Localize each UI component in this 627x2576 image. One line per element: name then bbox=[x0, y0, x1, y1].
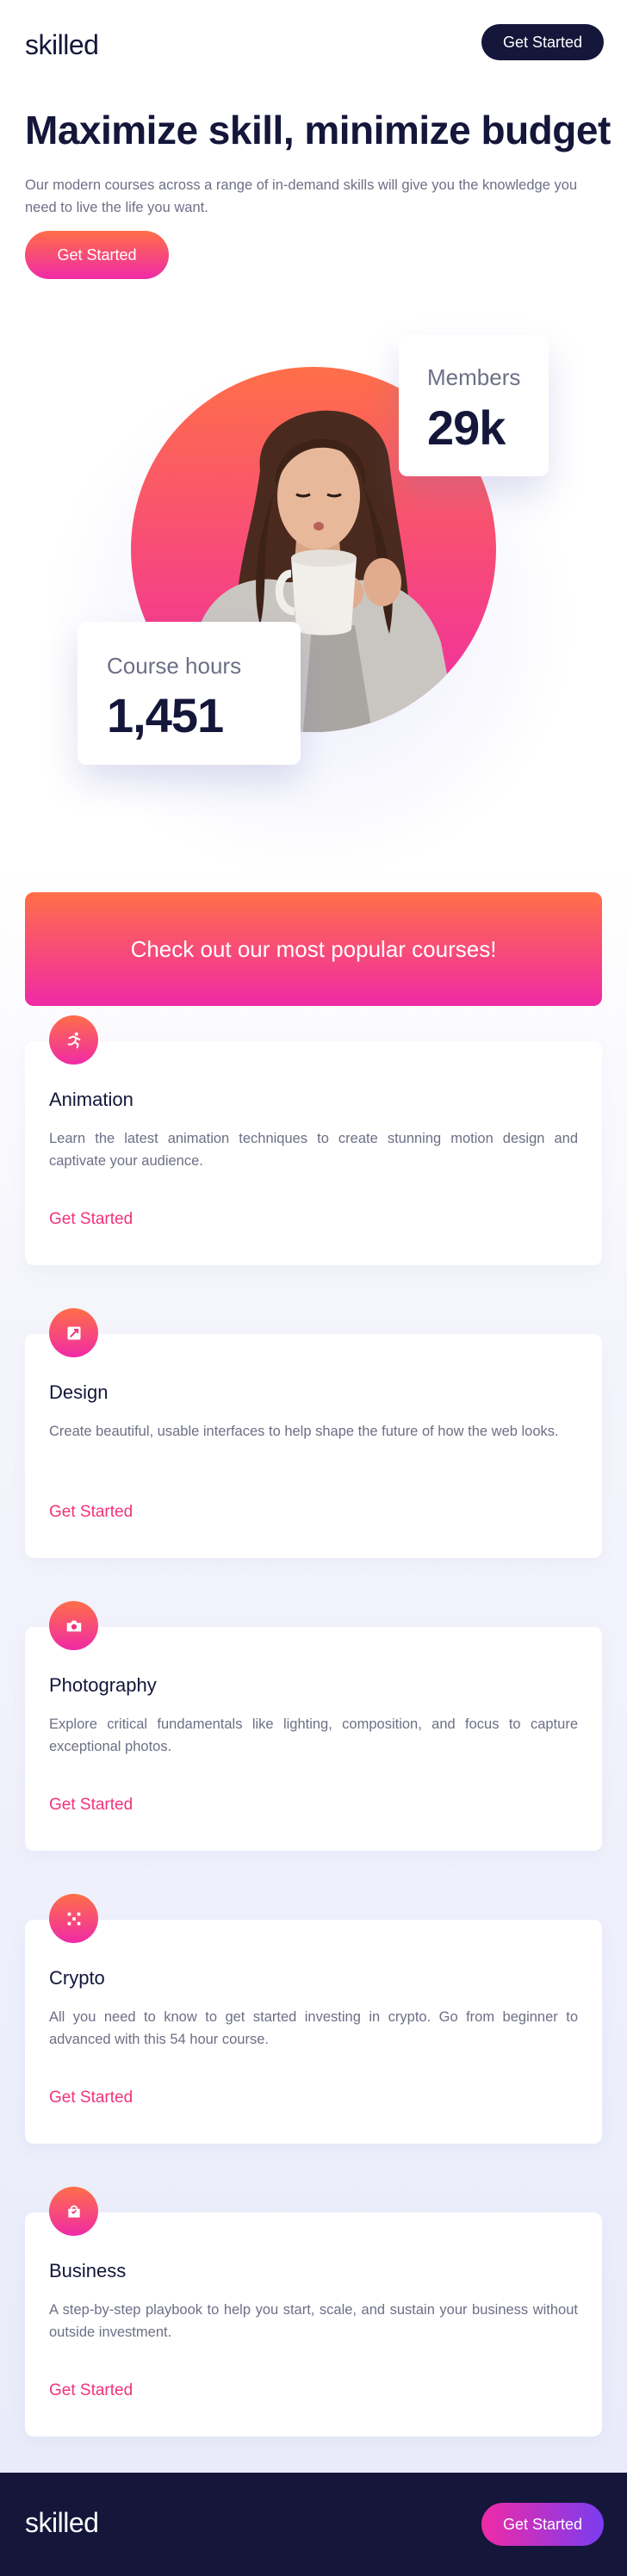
course-description: A step-by-step playbook to help you star… bbox=[49, 2302, 578, 2340]
course-get-started-link[interactable]: Get Started bbox=[49, 1503, 133, 1522]
course-card-design: Design Create beautiful, usable interfac… bbox=[25, 1308, 602, 1558]
course-card-crypto: Crypto All you need to know to get start… bbox=[25, 1894, 602, 2144]
course-hours-stat-card: Course hours 1,451 bbox=[78, 622, 301, 765]
members-value: 29k bbox=[427, 400, 506, 455]
course-get-started-link[interactable]: Get Started bbox=[49, 2089, 133, 2107]
course-card-photography: Photography Explore critical fundamental… bbox=[25, 1601, 602, 1851]
course-card-business: Business A step-by-step playbook to help… bbox=[25, 2187, 602, 2436]
course-description: Explore critical fundamentals like light… bbox=[49, 1716, 578, 1754]
course-title: Business bbox=[49, 2260, 127, 2281]
header-get-started-button[interactable]: Get Started bbox=[481, 24, 604, 60]
crypto-icon bbox=[49, 1894, 98, 1943]
course-get-started-link[interactable]: Get Started bbox=[49, 1210, 133, 1229]
footer-logo[interactable]: skilled bbox=[25, 2507, 99, 2539]
banner-text: Check out our most popular courses! bbox=[130, 935, 497, 962]
course-title: Photography bbox=[49, 1674, 157, 1696]
course-description: All you need to know to get started inve… bbox=[49, 2009, 578, 2047]
footer-get-started-button[interactable]: Get Started bbox=[481, 2503, 604, 2546]
logo[interactable]: skilled bbox=[25, 29, 99, 61]
popular-courses-banner: Check out our most popular courses! bbox=[25, 892, 602, 1006]
course-get-started-link[interactable]: Get Started bbox=[49, 1796, 133, 1815]
hero-description: Our modern courses across a range of in-… bbox=[25, 177, 578, 215]
members-label: Members bbox=[427, 364, 521, 390]
image-frame-icon bbox=[49, 1308, 98, 1357]
camera-icon bbox=[49, 1601, 98, 1650]
site-footer: skilled Get Started bbox=[0, 2473, 627, 2576]
course-title: Design bbox=[49, 1381, 109, 1403]
course-title: Crypto bbox=[49, 1967, 105, 1989]
course-hours-value: 1,451 bbox=[107, 688, 224, 742]
hero-get-started-button[interactable]: Get Started bbox=[25, 231, 169, 279]
hero-title: Maximize skill, minimize budget bbox=[25, 108, 611, 152]
course-hours-label: Course hours bbox=[107, 653, 242, 679]
site-header: skilled Get Started bbox=[0, 0, 627, 86]
course-card-animation: Animation Learn the latest animation tec… bbox=[25, 1015, 602, 1265]
briefcase-icon bbox=[49, 2187, 98, 2236]
course-get-started-link[interactable]: Get Started bbox=[49, 2381, 133, 2400]
running-figure-icon bbox=[49, 1015, 98, 1065]
course-description: Create beautiful, usable interfaces to h… bbox=[49, 1424, 559, 1439]
course-title: Animation bbox=[49, 1089, 133, 1110]
members-stat-card: Members 29k bbox=[399, 335, 549, 476]
course-description: Learn the latest animation techniques to… bbox=[49, 1131, 578, 1169]
